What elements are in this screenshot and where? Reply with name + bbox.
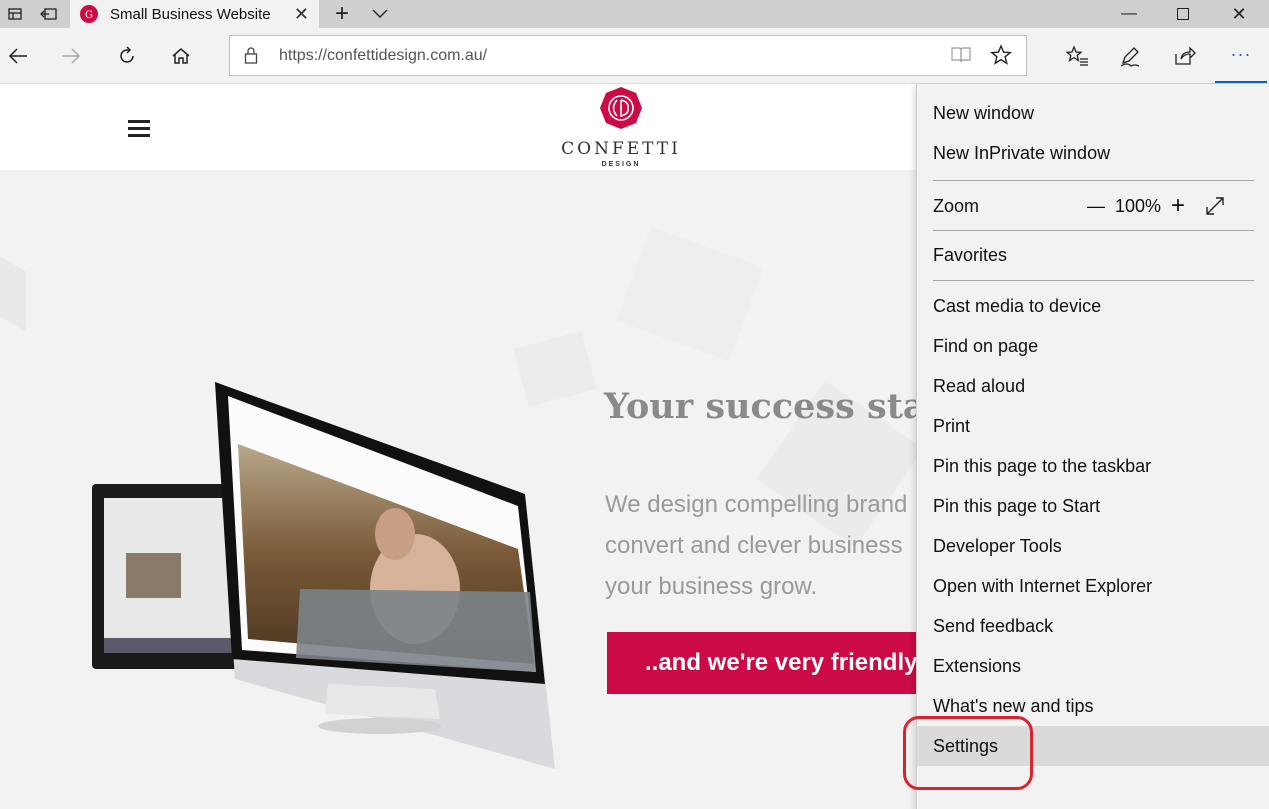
navigation-bar: https://confettidesign.com.au/ ··· [0, 28, 1269, 84]
menu-item-pin-taskbar[interactable]: Pin this page to the taskbar [917, 446, 1269, 486]
url-text[interactable]: https://confettidesign.com.au/ [279, 47, 487, 65]
lock-icon[interactable] [244, 46, 258, 64]
close-tab-icon[interactable]: ✕ [294, 4, 309, 25]
decor-shape [616, 226, 764, 362]
chevron-down-icon[interactable] [365, 0, 395, 28]
forward-button[interactable] [55, 40, 87, 72]
menu-item-send-feedback[interactable]: Send feedback [917, 606, 1269, 646]
logo-subtitle: DESIGN [601, 161, 641, 168]
menu-item-find-on-page[interactable]: Find on page [917, 326, 1269, 366]
tab-manager-icon[interactable] [0, 0, 30, 28]
menu-item-favorites[interactable]: Favorites [917, 235, 1269, 275]
more-actions-button[interactable]: ··· [1215, 28, 1267, 83]
back-button[interactable] [2, 40, 34, 72]
fullscreen-icon[interactable] [1205, 196, 1225, 216]
menu-item-extensions[interactable]: Extensions [917, 646, 1269, 686]
zoom-out-button[interactable]: — [1087, 196, 1105, 217]
tab-title: Small Business Website [110, 5, 271, 23]
menu-item-developer-tools[interactable]: Developer Tools [917, 526, 1269, 566]
menu-item-cast-media[interactable]: Cast media to device [917, 286, 1269, 326]
hero-title: Your success star [604, 386, 944, 427]
favorites-hub-icon[interactable] [1061, 40, 1093, 72]
hero-line: your business grow. [605, 573, 818, 600]
menu-item-open-with-ie[interactable]: Open with Internet Explorer [917, 566, 1269, 606]
add-favorite-star-icon[interactable] [990, 44, 1012, 66]
logo-wordmark: CONFETTI [561, 139, 681, 159]
menu-divider [933, 230, 1254, 231]
active-tab[interactable]: G Small Business Website ✕ [70, 0, 319, 28]
zoom-in-button[interactable]: + [1171, 192, 1185, 220]
hamburger-menu-icon[interactable] [128, 120, 150, 141]
web-note-pen-icon[interactable] [1114, 40, 1146, 72]
menu-item-new-window[interactable]: New window [917, 93, 1269, 133]
refresh-button[interactable] [111, 40, 143, 72]
decor-shape [0, 256, 26, 332]
confetti-logo-icon [600, 87, 642, 129]
home-button[interactable] [165, 40, 197, 72]
address-bar[interactable]: https://confettidesign.com.au/ [229, 35, 1027, 76]
hero-line: We design compelling brand [605, 491, 908, 518]
reading-view-icon[interactable] [950, 46, 972, 64]
menu-item-print[interactable]: Print [917, 406, 1269, 446]
cta-button[interactable]: ..and we're very friendly - [607, 632, 937, 694]
menu-divider [933, 280, 1254, 281]
hero-description: We design compelling brand convert and c… [605, 484, 907, 607]
menu-item-pin-start[interactable]: Pin this page to Start [917, 486, 1269, 526]
zoom-level: 100% [1115, 195, 1162, 216]
site-logo[interactable]: CONFETTI DESIGN [560, 84, 682, 168]
menu-item-zoom: Zoom — 100% + [917, 186, 1269, 226]
menu-item-new-inprivate-window[interactable]: New InPrivate window [917, 133, 1269, 173]
tabs-aside-icon[interactable] [34, 0, 64, 28]
more-actions-menu: New window New InPrivate window Zoom — 1… [916, 84, 1269, 809]
share-icon[interactable] [1169, 40, 1201, 72]
maximize-button[interactable] [1158, 0, 1208, 28]
desktop-monitor-image [215, 382, 555, 769]
tab-strip: G Small Business Website ✕ + — ✕ [0, 0, 1269, 28]
menu-item-read-aloud[interactable]: Read aloud [917, 366, 1269, 406]
site-favicon-icon: G [80, 5, 98, 23]
close-window-button[interactable]: ✕ [1214, 0, 1264, 28]
hero-line: convert and clever business [605, 532, 903, 559]
zoom-label: Zoom [933, 195, 980, 216]
new-tab-icon[interactable]: + [327, 0, 357, 28]
settings-highlight-annotation [903, 716, 1033, 790]
minimize-button[interactable]: — [1104, 0, 1154, 28]
svg-text:G: G [85, 10, 93, 21]
menu-divider [933, 180, 1254, 181]
